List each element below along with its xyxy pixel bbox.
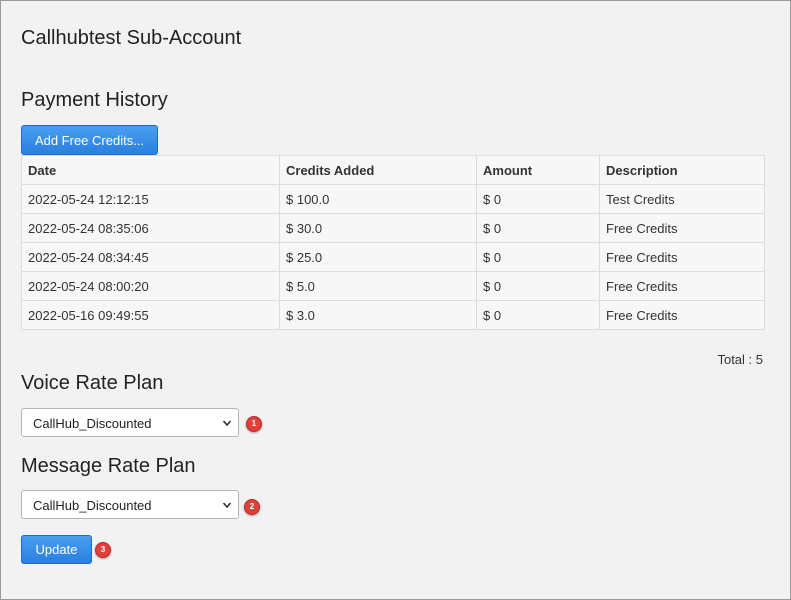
annotation-marker-2: 2: [244, 499, 260, 515]
column-header-date: Date: [21, 155, 280, 185]
cell-credits-added: $ 3.0: [279, 300, 477, 330]
table-row: 2022-05-24 12:12:15 $ 100.0 $ 0 Test Cre…: [21, 184, 765, 214]
cell-date: 2022-05-24 08:35:06: [21, 213, 280, 243]
chevron-down-icon: [222, 502, 232, 509]
table-row: 2022-05-24 08:00:20 $ 5.0 $ 0 Free Credi…: [21, 271, 765, 301]
chevron-down-icon: [222, 420, 232, 427]
cell-date: 2022-05-16 09:49:55: [21, 300, 280, 330]
column-header-credits-added: Credits Added: [279, 155, 477, 185]
cell-description: Free Credits: [599, 300, 765, 330]
cell-credits-added: $ 25.0: [279, 242, 477, 272]
cell-description: Test Credits: [599, 184, 765, 214]
payment-history-title: Payment History: [21, 89, 168, 111]
cell-amount: $ 0: [476, 271, 600, 301]
column-header-description: Description: [599, 155, 765, 185]
voice-rate-plan-value: CallHub_Discounted: [33, 416, 152, 431]
cell-date: 2022-05-24 08:34:45: [21, 242, 280, 272]
cell-amount: $ 0: [476, 184, 600, 214]
table-header-row: Date Credits Added Amount Description: [21, 155, 765, 185]
cell-date: 2022-05-24 08:00:20: [21, 271, 280, 301]
cell-description: Free Credits: [599, 271, 765, 301]
cell-credits-added: $ 30.0: [279, 213, 477, 243]
voice-rate-plan-title: Voice Rate Plan: [21, 372, 164, 394]
page-title: Callhubtest Sub-Account: [21, 27, 242, 49]
update-button[interactable]: Update: [21, 535, 92, 564]
cell-description: Free Credits: [599, 213, 765, 243]
app-frame: Callhubtest Sub-Account Payment History …: [0, 0, 791, 600]
message-rate-plan-value: CallHub_Discounted: [33, 498, 152, 513]
cell-credits-added: $ 100.0: [279, 184, 477, 214]
cell-date: 2022-05-24 12:12:15: [21, 184, 280, 214]
table-row: 2022-05-16 09:49:55 $ 3.0 $ 0 Free Credi…: [21, 300, 765, 330]
cell-credits-added: $ 5.0: [279, 271, 477, 301]
message-rate-plan-title: Message Rate Plan: [21, 455, 196, 477]
cell-description: Free Credits: [599, 242, 765, 272]
table-row: 2022-05-24 08:35:06 $ 30.0 $ 0 Free Cred…: [21, 213, 765, 243]
cell-amount: $ 0: [476, 300, 600, 330]
cell-amount: $ 0: [476, 242, 600, 272]
message-rate-plan-select[interactable]: CallHub_Discounted: [21, 490, 239, 519]
voice-rate-plan-select[interactable]: CallHub_Discounted: [21, 408, 239, 437]
add-free-credits-button[interactable]: Add Free Credits...: [21, 125, 158, 155]
payment-history-table: Date Credits Added Amount Description 20…: [21, 155, 765, 330]
total-count: Total : 5: [717, 352, 763, 367]
column-header-amount: Amount: [476, 155, 600, 185]
cell-amount: $ 0: [476, 213, 600, 243]
annotation-marker-1: 1: [246, 416, 262, 432]
annotation-marker-3: 3: [95, 542, 111, 558]
table-row: 2022-05-24 08:34:45 $ 25.0 $ 0 Free Cred…: [21, 242, 765, 272]
